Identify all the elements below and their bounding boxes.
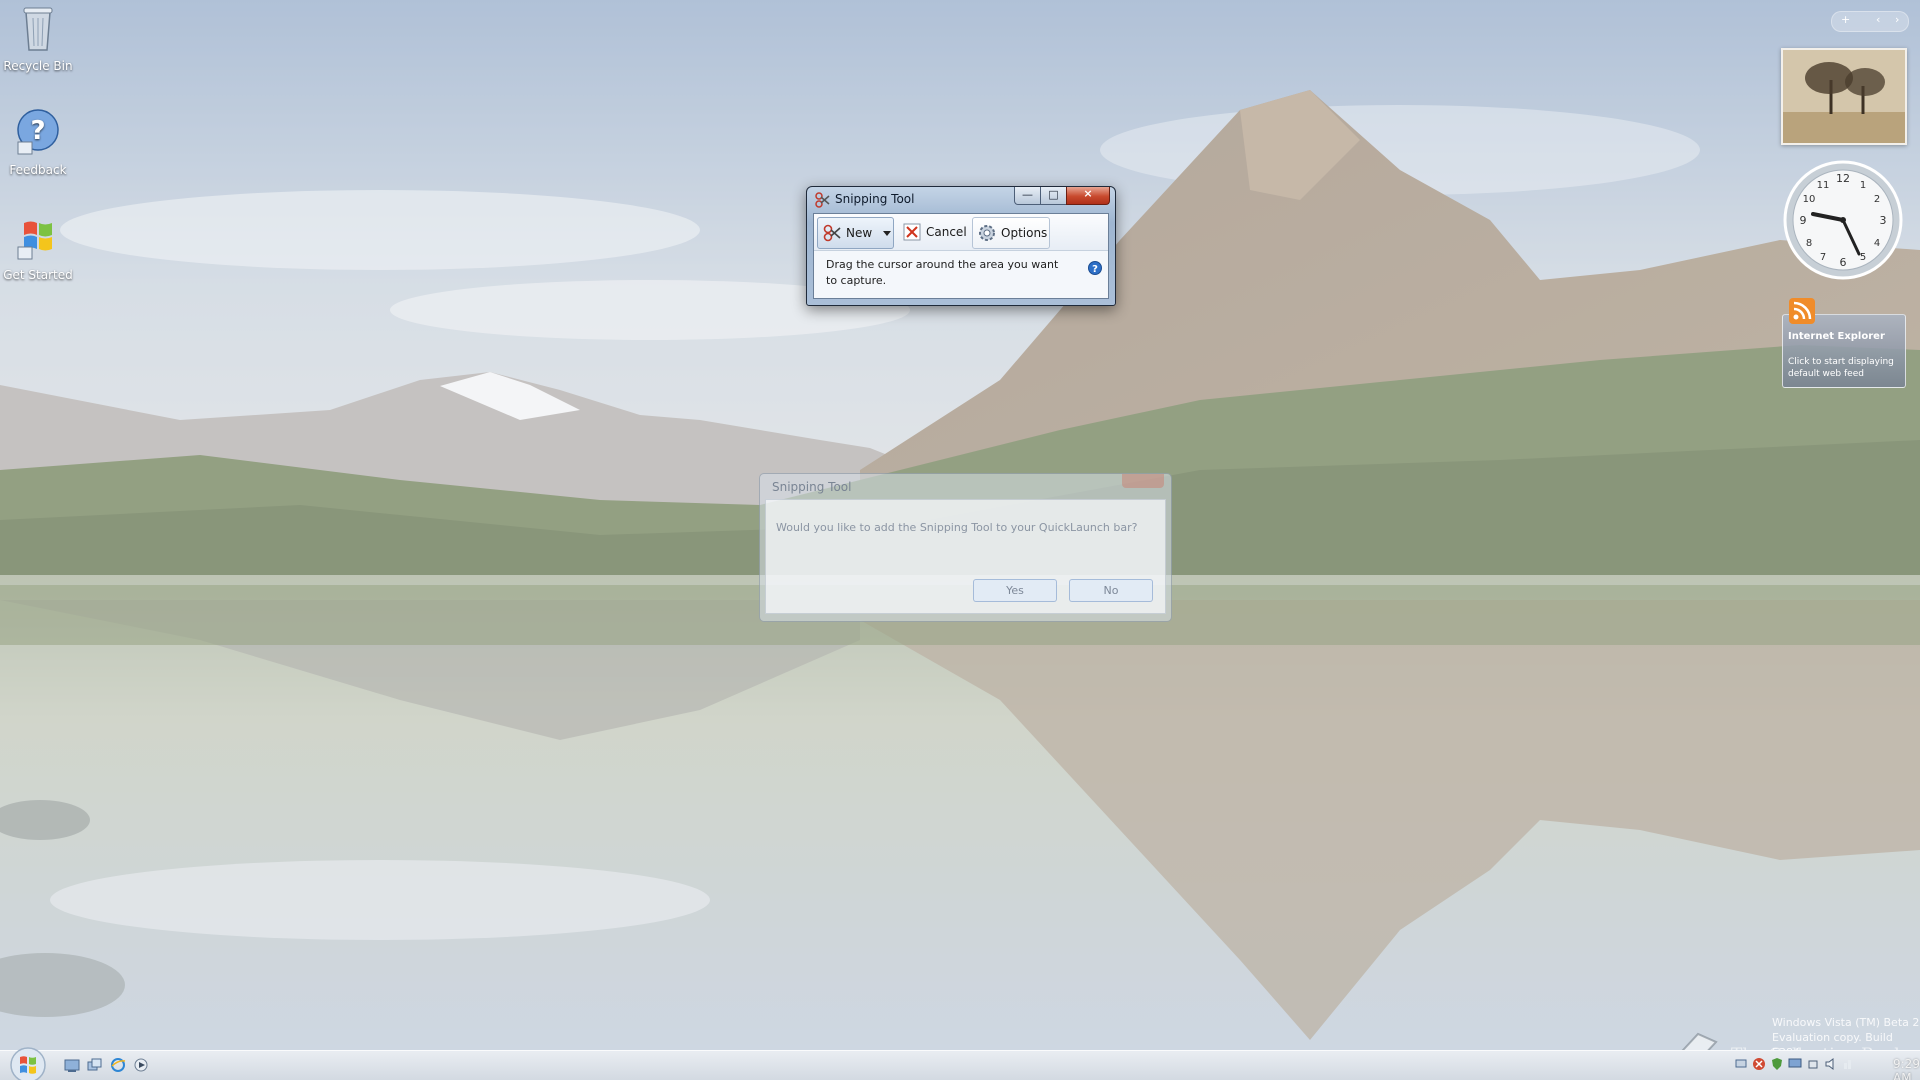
watermark-line-1: Windows Vista (TM) Beta 2 [1772,1016,1920,1029]
dialog-body: Would you like to add the Snipping Tool … [765,499,1166,614]
sidebar-next-button[interactable]: › [1895,13,1899,26]
svg-text:7: 7 [1820,252,1826,263]
feedback-icon: ? [17,109,59,155]
rss-feed-icon [1789,298,1815,324]
svg-text:4: 4 [1874,238,1880,249]
show-desktop-icon[interactable] [64,1057,80,1073]
window-client-area: New Cancel Options Drag the cursor aroun… [813,213,1109,299]
gear-icon [979,225,995,241]
taskbar-clock[interactable]: 9:29 AM [1893,1057,1920,1080]
svg-text:2: 2 [1874,194,1880,205]
slideshow-image [1783,50,1905,143]
no-button[interactable]: No [1069,579,1153,602]
sidebar-controls: + ‹ › [1831,11,1909,32]
desktop-icon-label: Feedback [9,163,67,177]
switch-windows-icon[interactable] [87,1057,103,1073]
feed-headlines-gadget[interactable]: Internet Explorer Click to start display… [1782,298,1906,388]
svg-text:11: 11 [1817,180,1830,191]
network-icon[interactable] [1734,1057,1748,1071]
maximize-icon: □ [1048,188,1059,201]
new-snip-label: New [846,226,873,240]
minimize-button[interactable]: — [1014,187,1041,205]
scissors-icon [815,192,830,208]
maximize-button[interactable]: □ [1040,187,1067,205]
power-icon[interactable] [1806,1057,1820,1071]
title-bar[interactable]: Snipping Tool — □ × [807,187,1115,211]
taskbar [0,1050,1920,1080]
cancel-button[interactable]: Cancel [898,217,967,247]
display-icon[interactable] [1788,1057,1802,1071]
svg-text:12: 12 [1836,172,1850,185]
sidebar-previous-button[interactable]: ‹ [1876,13,1880,26]
desktop-icon-label: Get Started [3,268,73,282]
chevron-down-icon [883,230,891,236]
security-alert-icon[interactable] [1752,1057,1766,1071]
shield-icon[interactable] [1770,1057,1784,1071]
window-title: Snipping Tool [835,192,915,206]
dialog-message: Would you like to add the Snipping Tool … [776,521,1138,534]
start-button[interactable] [9,1046,47,1080]
dialog-close-button[interactable] [1122,474,1164,488]
recycle-bin-icon [23,7,53,51]
internet-explorer-icon[interactable] [110,1057,126,1073]
svg-text:8: 8 [1806,238,1812,249]
desktop-icon-recycle-bin[interactable]: Recycle Bin [0,4,76,73]
media-player-icon[interactable] [133,1057,149,1073]
minimize-icon: — [1022,188,1033,201]
desktop-icon-feedback[interactable]: ? Feedback [0,108,76,177]
notification-area: 9:29 AM [1730,1055,1920,1080]
options-button[interactable]: Options [972,217,1050,249]
quicklaunch-prompt-dialog: Snipping Tool Would you like to add the … [759,473,1172,622]
feed-title: Internet Explorer [1788,331,1885,342]
svg-text:5: 5 [1860,252,1866,263]
desktop: Recycle Bin ? Feedback Get Started Snipp… [0,0,1920,1080]
close-icon: × [1083,187,1093,200]
volume-icon[interactable] [1824,1057,1838,1071]
desktop-icon-get-started[interactable]: Get Started [0,213,76,282]
sidebar-add-gadget-button[interactable]: + [1841,13,1850,26]
new-snip-icon [823,224,841,242]
windows-flag-icon [17,221,52,260]
new-snip-dropdown[interactable] [881,217,894,249]
clock-gadget[interactable]: 12 1 2 3 4 5 6 7 8 9 10 11 [1781,158,1905,282]
cancel-label: Cancel [926,225,967,239]
svg-text:?: ? [1092,264,1098,275]
desktop-icon-label: Recycle Bin [3,59,73,73]
options-label: Options [1001,226,1048,240]
cancel-icon [903,223,921,241]
svg-text:1: 1 [1860,180,1866,191]
new-snip-button[interactable]: New [817,217,883,249]
svg-text:3: 3 [1880,214,1887,227]
help-icon[interactable]: ? [1088,261,1102,275]
svg-text:6: 6 [1840,256,1847,269]
toolbar: New Cancel Options [814,214,1108,251]
svg-text:10: 10 [1803,194,1816,205]
svg-text:9: 9 [1800,214,1807,227]
close-button[interactable]: × [1066,187,1110,205]
yes-button[interactable]: Yes [973,579,1057,602]
connection-icon[interactable] [1842,1057,1856,1071]
svg-text:?: ? [30,116,45,146]
feed-message: Click to start displaying default web fe… [1788,357,1894,379]
snipping-tool-window: Snipping Tool — □ × New Cancel Options D… [806,186,1116,306]
instruction-text: Drag the cursor around the area you want… [826,258,1059,287]
dialog-title: Snipping Tool [772,480,852,494]
slideshow-gadget[interactable] [1781,48,1907,145]
